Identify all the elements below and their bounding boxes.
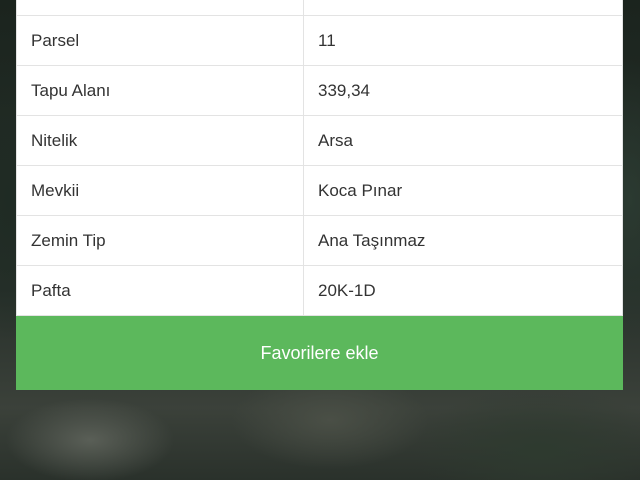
row-label: Pafta — [16, 265, 304, 316]
row-label: Zemin Tip — [16, 215, 304, 266]
row-value: Arsa — [303, 115, 623, 166]
row-label: Mevkii — [16, 165, 304, 216]
row-label: Parsel — [16, 15, 304, 66]
table-row: Tapu Alanı 339,34 — [16, 65, 623, 116]
parcel-info-table: Parsel 11 Tapu Alanı 339,34 Nitelik Arsa… — [16, 0, 623, 316]
table-row: Mevkii Koca Pınar — [16, 165, 623, 216]
add-to-favorites-button[interactable]: Favorilere ekle — [16, 316, 623, 390]
table-row: Pafta 20K-1D — [16, 265, 623, 316]
row-value: 20K-1D — [303, 265, 623, 316]
row-value: Ana Taşınmaz — [303, 215, 623, 266]
row-value — [303, 0, 623, 16]
row-label: Nitelik — [16, 115, 304, 166]
table-row: Nitelik Arsa — [16, 115, 623, 166]
table-row: Zemin Tip Ana Taşınmaz — [16, 215, 623, 266]
table-row — [16, 0, 623, 16]
row-value: 339,34 — [303, 65, 623, 116]
row-value: Koca Pınar — [303, 165, 623, 216]
table-row: Parsel 11 — [16, 15, 623, 66]
row-label — [16, 0, 304, 16]
row-label: Tapu Alanı — [16, 65, 304, 116]
row-value: 11 — [303, 15, 623, 66]
parcel-info-panel: Parsel 11 Tapu Alanı 339,34 Nitelik Arsa… — [16, 0, 623, 390]
